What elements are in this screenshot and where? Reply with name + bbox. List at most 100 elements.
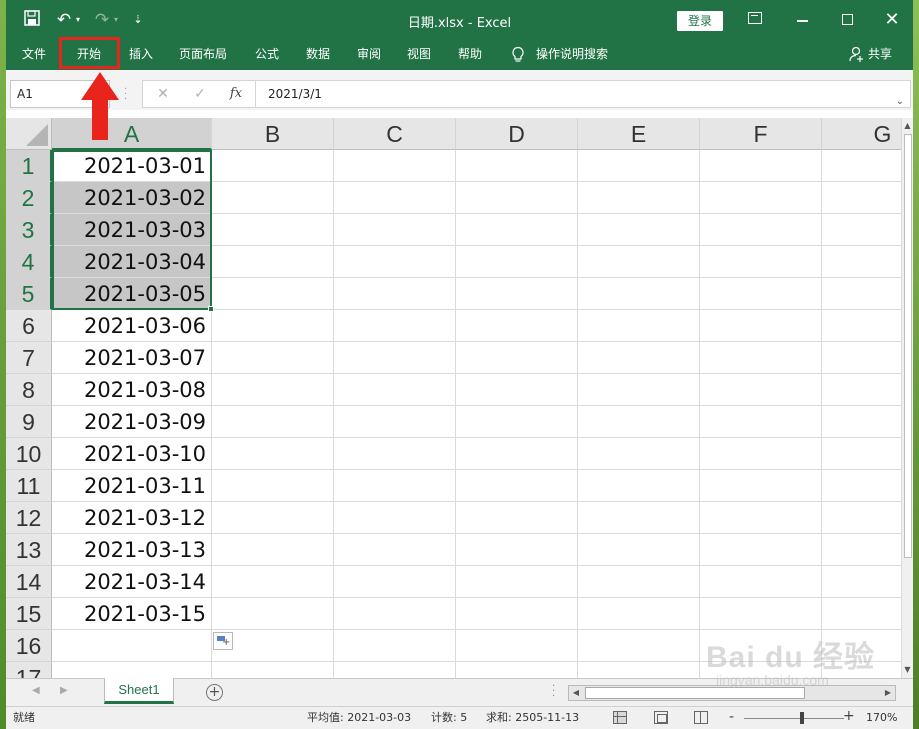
cell-f13[interactable] — [700, 534, 822, 566]
cell-a14[interactable]: 2021-03-14 — [52, 566, 212, 598]
cell-d13[interactable] — [456, 534, 578, 566]
row-header-14[interactable]: 14 — [6, 566, 52, 598]
tab-split-handle[interactable]: · · · — [552, 682, 555, 702]
cell-b11[interactable] — [212, 470, 334, 502]
cell-d9[interactable] — [456, 406, 578, 438]
cell-b13[interactable] — [212, 534, 334, 566]
tab-insert[interactable]: 插入 — [129, 46, 153, 62]
row-header-4[interactable]: 4 — [6, 246, 52, 278]
cell-d8[interactable] — [456, 374, 578, 406]
scroll-right-icon[interactable]: ▶ — [881, 686, 895, 700]
cell-c4[interactable] — [334, 246, 456, 278]
expand-formula-bar-icon[interactable]: ⌄ — [896, 89, 904, 115]
cell-b8[interactable] — [212, 374, 334, 406]
cell-g5[interactable] — [822, 278, 901, 310]
cell-e7[interactable] — [578, 342, 700, 374]
column-header-c[interactable]: C — [334, 118, 456, 150]
tab-formulas[interactable]: 公式 — [255, 46, 279, 62]
cell-d7[interactable] — [456, 342, 578, 374]
cell-g1[interactable] — [822, 150, 901, 182]
cell-g14[interactable] — [822, 566, 901, 598]
cell-a5[interactable]: 2021-03-05 — [52, 278, 212, 310]
cell-d15[interactable] — [456, 598, 578, 630]
cell-e12[interactable] — [578, 502, 700, 534]
cell-g2[interactable] — [822, 182, 901, 214]
horizontal-scroll-thumb[interactable] — [585, 687, 805, 699]
cell-f16[interactable] — [700, 630, 822, 662]
column-header-f[interactable]: F — [700, 118, 822, 150]
cell-g10[interactable] — [822, 438, 901, 470]
cell-f5[interactable] — [700, 278, 822, 310]
row-header-6[interactable]: 6 — [6, 310, 52, 342]
cell-e6[interactable] — [578, 310, 700, 342]
sheet-next-icon[interactable]: ▶ — [60, 685, 68, 696]
signin-button[interactable]: 登录 — [677, 11, 723, 31]
cell-e9[interactable] — [578, 406, 700, 438]
row-header-9[interactable]: 9 — [6, 406, 52, 438]
row-header-12[interactable]: 12 — [6, 502, 52, 534]
formula-input[interactable]: 2021/3/1 ⌄ — [255, 80, 911, 108]
row-header-11[interactable]: 11 — [6, 470, 52, 502]
cell-c5[interactable] — [334, 278, 456, 310]
cell-f4[interactable] — [700, 246, 822, 278]
cell-a6[interactable]: 2021-03-06 — [52, 310, 212, 342]
cell-f1[interactable] — [700, 150, 822, 182]
cell-c10[interactable] — [334, 438, 456, 470]
ribbon-display-options-icon[interactable] — [748, 12, 762, 24]
cell-d5[interactable] — [456, 278, 578, 310]
cell-e8[interactable] — [578, 374, 700, 406]
cell-b10[interactable] — [212, 438, 334, 470]
tell-me-search[interactable]: 操作说明搜索 — [536, 46, 608, 62]
cell-e2[interactable] — [578, 182, 700, 214]
cell-b15[interactable] — [212, 598, 334, 630]
cell-g12[interactable] — [822, 502, 901, 534]
row-header-1[interactable]: 1 — [6, 150, 52, 182]
share-button[interactable]: 共享 — [868, 46, 892, 62]
cell-c3[interactable] — [334, 214, 456, 246]
cell-a12[interactable]: 2021-03-12 — [52, 502, 212, 534]
cell-g4[interactable] — [822, 246, 901, 278]
cancel-icon[interactable]: ✕ — [154, 85, 172, 103]
cell-b4[interactable] — [212, 246, 334, 278]
cell-f2[interactable] — [700, 182, 822, 214]
column-header-d[interactable]: D — [456, 118, 578, 150]
zoom-out-button[interactable]: - — [729, 709, 734, 725]
row-header-10[interactable]: 10 — [6, 438, 52, 470]
cell-f17[interactable] — [700, 662, 822, 678]
tab-page-layout[interactable]: 页面布局 — [179, 46, 227, 62]
cell-f10[interactable] — [700, 438, 822, 470]
cell-a10[interactable]: 2021-03-10 — [52, 438, 212, 470]
row-header-16[interactable]: 16 — [6, 630, 52, 662]
quick-analysis-icon[interactable] — [213, 632, 233, 650]
enter-icon[interactable]: ✓ — [191, 85, 209, 103]
cell-d17[interactable] — [456, 662, 578, 678]
cell-c16[interactable] — [334, 630, 456, 662]
cell-c13[interactable] — [334, 534, 456, 566]
cell-a15[interactable]: 2021-03-15 — [52, 598, 212, 630]
cell-c12[interactable] — [334, 502, 456, 534]
fill-handle[interactable] — [208, 306, 214, 312]
cell-b3[interactable] — [212, 214, 334, 246]
cell-g8[interactable] — [822, 374, 901, 406]
tab-help[interactable]: 帮助 — [458, 46, 482, 62]
share-person-icon[interactable] — [849, 45, 865, 63]
insert-function-icon[interactable]: fx — [227, 85, 245, 103]
row-header-8[interactable]: 8 — [6, 374, 52, 406]
cell-e10[interactable] — [578, 438, 700, 470]
row-header-3[interactable]: 3 — [6, 214, 52, 246]
cell-d3[interactable] — [456, 214, 578, 246]
cell-f14[interactable] — [700, 566, 822, 598]
minimize-icon[interactable] — [797, 20, 808, 22]
tab-review[interactable]: 审阅 — [357, 46, 381, 62]
cell-f8[interactable] — [700, 374, 822, 406]
cell-b6[interactable] — [212, 310, 334, 342]
cell-e14[interactable] — [578, 566, 700, 598]
cell-a4[interactable]: 2021-03-04 — [52, 246, 212, 278]
formula-bar-splitter[interactable]: · · · — [124, 85, 128, 105]
cell-b9[interactable] — [212, 406, 334, 438]
row-header-13[interactable]: 13 — [6, 534, 52, 566]
cell-a7[interactable]: 2021-03-07 — [52, 342, 212, 374]
maximize-icon[interactable] — [842, 14, 853, 25]
cell-d14[interactable] — [456, 566, 578, 598]
cell-b14[interactable] — [212, 566, 334, 598]
